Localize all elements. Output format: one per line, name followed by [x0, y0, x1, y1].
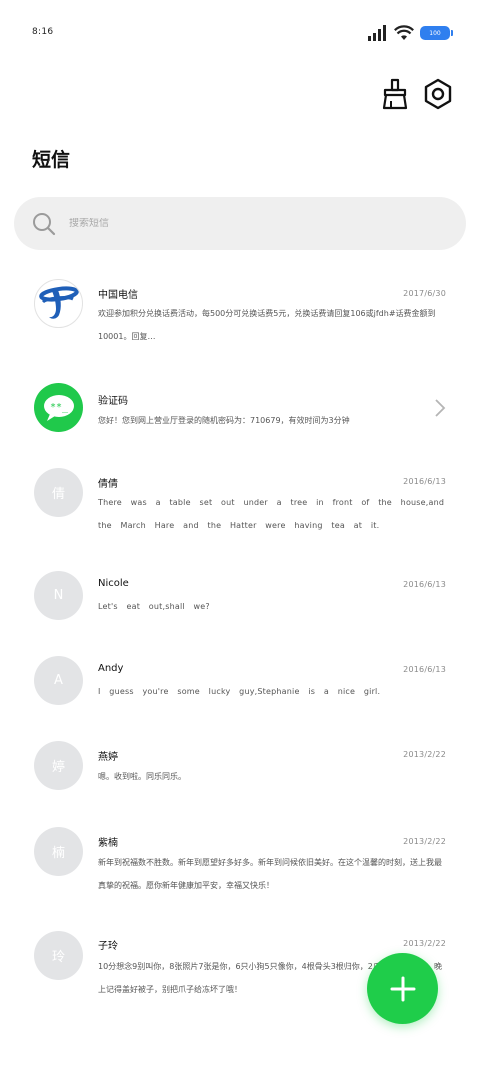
avatar: N: [34, 571, 83, 620]
wifi-icon: [394, 25, 414, 40]
message-item[interactable]: 倩 倩倩 2016/6/13 There was a table set out…: [0, 462, 480, 552]
status-time: 8:16: [32, 27, 54, 37]
message-item[interactable]: 婷 燕婷 2013/2/22 嗯。收到啦。同乐同乐。: [0, 740, 480, 800]
message-preview: 欢迎参加积分兑换话费活动，每500分可兑换话费5元，兑换话费请回复106或jfd…: [98, 309, 436, 341]
message-date: 2013/2/22: [403, 750, 446, 759]
sender-name: 燕婷: [98, 752, 118, 763]
message-preview: 您好！您到网上营业厅登录的随机密码为：710679，有效时间为3分钟: [98, 416, 350, 425]
avatar: A: [34, 656, 83, 705]
avatar-code-text: **_: [49, 402, 68, 413]
status-bar: 8:16 100: [0, 0, 480, 60]
message-date: 2016/6/13: [403, 665, 446, 674]
avatar: 婷: [34, 741, 83, 790]
message-item[interactable]: A Andy 2016/6/13 I guess you're some luc…: [0, 655, 480, 715]
message-preview: 嗯。收到啦。同乐同乐。: [98, 772, 186, 781]
battery-icon: 100: [420, 26, 453, 40]
broom-icon: [382, 78, 408, 110]
plus-icon: [390, 976, 415, 1001]
avatar: 倩: [34, 468, 83, 517]
china-telecom-logo-icon: [38, 285, 79, 319]
message-preview: Let's eat out,shall we?: [98, 602, 210, 611]
settings-button[interactable]: [422, 76, 454, 112]
message-item[interactable]: **_ 验证码 您好！您到网上营业厅登录的随机密码为：710679，有效时间为3…: [0, 380, 480, 440]
avatar: **_: [34, 383, 83, 432]
message-date: 2016/6/13: [403, 580, 446, 589]
message-date: 2013/2/22: [403, 939, 446, 948]
sender-name: 子玲: [98, 941, 118, 952]
new-message-button[interactable]: [367, 953, 438, 1024]
status-icons: 100: [368, 22, 453, 44]
message-date: 2016/6/13: [403, 477, 446, 486]
sender-name: 中国电信: [98, 290, 138, 301]
message-preview: I guess you're some lucky guy,Stephanie …: [98, 687, 381, 696]
message-date: 2017/6/30: [403, 289, 446, 298]
chevron-right-icon: [435, 399, 446, 417]
sender-name: 紫楠: [98, 838, 118, 849]
message-preview: There was a table set out under a tree i…: [98, 498, 445, 530]
avatar: 楠: [34, 827, 83, 876]
message-preview: 新年到祝福数不胜数。新年到愿望好多好多。新年到问候依旧美好。在这个温馨的时刻，送…: [98, 858, 442, 890]
message-item[interactable]: 楠 紫楠 2013/2/22 新年到祝福数不胜数。新年到愿望好多好多。新年到问候…: [0, 825, 480, 905]
hexagon-settings-icon: [424, 78, 452, 110]
sender-name: 倩倩: [98, 479, 118, 490]
signal-icon: [368, 25, 386, 41]
page-title: 短信: [32, 149, 71, 171]
search-input[interactable]: [69, 218, 409, 229]
sender-name: 验证码: [98, 396, 128, 407]
search-icon: [33, 212, 56, 235]
avatar: 玲: [34, 931, 83, 980]
message-date: 2013/2/22: [403, 837, 446, 846]
avatar: [34, 279, 83, 328]
message-item[interactable]: N Nicole 2016/6/13 Let's eat out,shall w…: [0, 570, 480, 630]
sender-name: Nicole: [98, 578, 129, 589]
clean-button[interactable]: [379, 76, 411, 112]
battery-level: 100: [429, 29, 441, 37]
sender-name: Andy: [98, 663, 124, 674]
message-item[interactable]: 中国电信 2017/6/30 欢迎参加积分兑换话费活动，每500分可兑换话费5元…: [0, 270, 480, 360]
search-bar[interactable]: [14, 197, 466, 250]
verification-code-icon: **_: [43, 394, 74, 421]
